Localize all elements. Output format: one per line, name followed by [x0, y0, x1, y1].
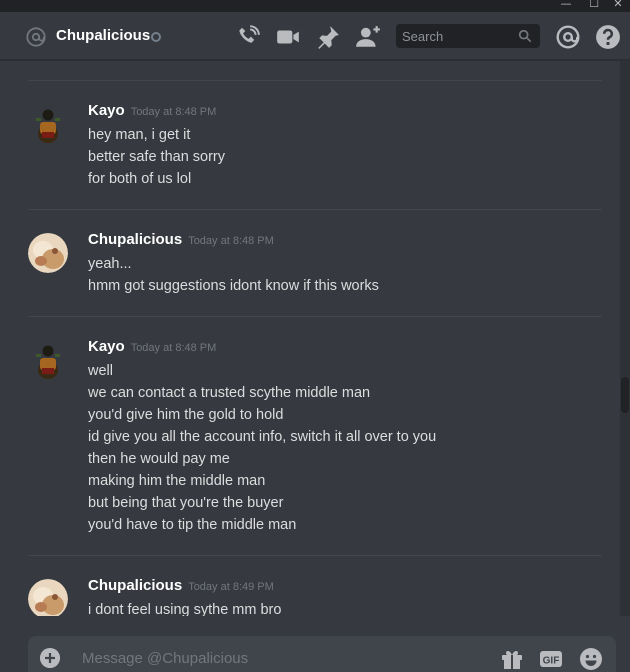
message-list[interactable]: Kayo Today at 8:48 PM hey man, i get it b… [0, 61, 620, 616]
search-input[interactable] [402, 28, 512, 44]
message-content: well we can contact a trusted scythe mid… [88, 360, 436, 536]
message-timestamp: Today at 8:48 PM [188, 235, 274, 247]
add-friend-icon[interactable] [355, 24, 381, 50]
message-text: you'd have to tip the middle man [88, 517, 297, 533]
message-author[interactable]: Chupalicious Today at 8:49 PM [88, 577, 274, 594]
message-timestamp: Today at 8:48 PM [130, 342, 217, 354]
window-titlebar: — ☐ ✕ [0, 0, 630, 12]
message-timestamp: Today at 8:49 PM [188, 581, 274, 593]
author-name[interactable]: Kayo [88, 102, 125, 119]
minimize-button[interactable]: — [556, 0, 576, 12]
message-text: then he would pay me [88, 451, 230, 467]
at-icon [26, 27, 46, 47]
message-input[interactable] [82, 648, 482, 668]
gif-label: GIF [543, 656, 560, 667]
emoji-icon[interactable] [579, 647, 603, 671]
author-name[interactable]: Kayo [88, 338, 125, 355]
search-icon [518, 29, 532, 43]
message-content: hey man, i get it better safe than sorry… [88, 124, 225, 190]
voice-call-icon[interactable] [235, 24, 261, 50]
message-content: yeah... hmm got suggestions idont know i… [88, 253, 379, 297]
message-composer: GIF [28, 636, 616, 672]
mentions-icon[interactable] [555, 24, 581, 50]
message-text: better safe than sorry [88, 149, 226, 165]
close-button[interactable]: ✕ [608, 0, 628, 12]
plus-icon[interactable] [40, 648, 60, 668]
message-text: well [88, 363, 113, 379]
message-divider [28, 209, 602, 210]
avatar[interactable] [28, 233, 68, 273]
message-text: hmm got suggestions idont know if this w… [88, 278, 379, 294]
avatar[interactable] [28, 104, 68, 144]
gift-icon[interactable] [500, 647, 524, 671]
gif-icon[interactable]: GIF [539, 647, 563, 671]
message-text: i dont feel using sythe mm bro [88, 602, 282, 616]
search-box[interactable] [396, 24, 540, 48]
message-text: making him the middle man [88, 473, 266, 489]
message-text: for both of us lol [88, 171, 192, 187]
video-call-icon[interactable] [275, 24, 301, 50]
message-content: i dont feel using sythe mm bro [88, 599, 281, 616]
author-name[interactable]: Chupalicious [88, 577, 182, 594]
message-divider [28, 80, 602, 81]
scrollbar-thumb[interactable] [621, 377, 629, 413]
message-text: hey man, i get it [88, 127, 191, 143]
scrollbar[interactable] [620, 61, 630, 616]
pin-icon[interactable] [315, 24, 341, 50]
message-author[interactable]: Chupalicious Today at 8:48 PM [88, 231, 274, 248]
message-author[interactable]: Kayo Today at 8:48 PM [88, 102, 216, 119]
message-timestamp: Today at 8:48 PM [130, 106, 217, 118]
maximize-button[interactable]: ☐ [584, 0, 604, 12]
avatar[interactable] [28, 340, 68, 380]
message-author[interactable]: Kayo Today at 8:48 PM [88, 338, 216, 355]
channel-header: Chupalicious [0, 12, 630, 60]
message-text: we can contact a trusted scythe middle m… [88, 385, 371, 401]
avatar[interactable] [28, 579, 68, 616]
help-icon[interactable] [595, 24, 621, 50]
message-text: but being that you're the buyer [88, 495, 284, 511]
author-name[interactable]: Chupalicious [88, 231, 182, 248]
message-divider [28, 555, 602, 556]
message-text: id give you all the account info, switch… [88, 429, 437, 445]
message-text: yeah... [88, 256, 132, 272]
message-divider [28, 316, 602, 317]
channel-name: Chupalicious [56, 27, 151, 44]
status-icon [151, 32, 161, 42]
message-text: you'd give him the gold to hold [88, 407, 284, 423]
